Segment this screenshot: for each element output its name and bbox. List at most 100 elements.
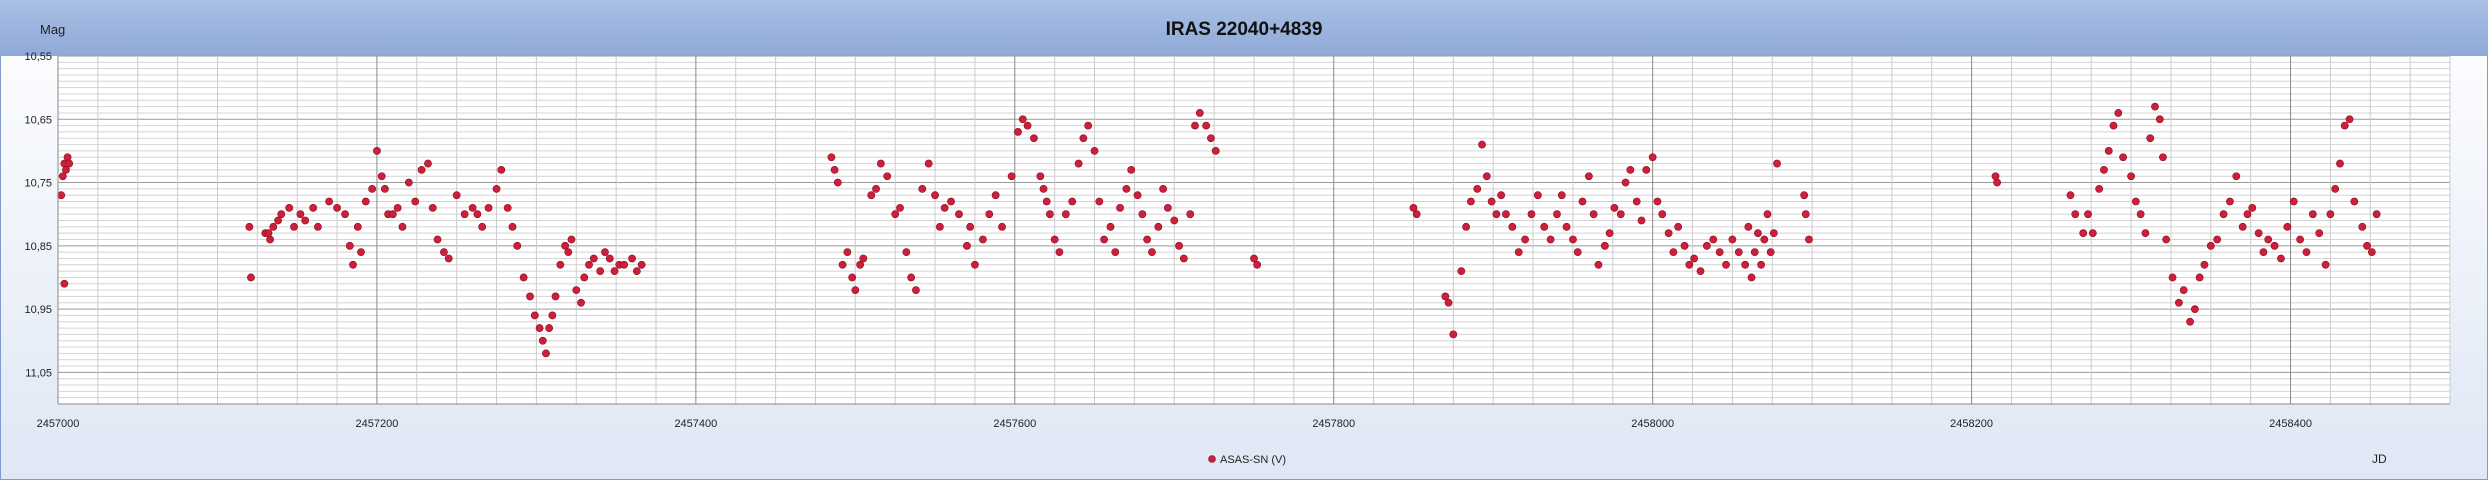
data-point: [245, 222, 254, 231]
y-axis-label: Mag: [40, 22, 65, 37]
data-point: [65, 159, 74, 168]
data-point: [1621, 178, 1630, 187]
data-point: [2264, 235, 2273, 244]
data-point: [2302, 248, 2311, 257]
data-point: [1805, 235, 1813, 244]
data-point: [2131, 197, 2140, 206]
data-point: [1487, 197, 1496, 206]
data-point: [1179, 254, 1188, 263]
data-point: [1557, 191, 1566, 200]
legend: ASAS-SN (V): [1208, 454, 1286, 466]
data-point: [1143, 235, 1152, 244]
data-point: [1553, 210, 1561, 219]
data-point: [269, 222, 278, 231]
data-point: [1750, 248, 1759, 257]
data-point: [1658, 210, 1667, 219]
data-point: [2358, 222, 2367, 231]
data-point: [530, 311, 539, 320]
data-point: [918, 184, 927, 193]
data-point: [1715, 248, 1724, 257]
data-point: [1023, 121, 1032, 130]
data-point: [567, 235, 576, 244]
data-point: [1690, 254, 1699, 263]
x-tick-label: 2458000: [1631, 418, 1674, 430]
data-point: [2232, 172, 2241, 181]
data-point: [452, 191, 461, 200]
data-point: [1138, 210, 1147, 219]
data-point: [290, 222, 298, 231]
data-point: [2226, 197, 2234, 206]
data-point: [1502, 210, 1510, 219]
data-point: [1653, 197, 1662, 206]
data-point: [876, 159, 885, 168]
data-point: [2238, 222, 2247, 231]
data-point: [353, 222, 362, 231]
data-point: [1111, 248, 1120, 257]
data-point: [1605, 229, 1614, 238]
data-point: [1074, 159, 1083, 168]
data-point: [519, 273, 528, 282]
data-point: [1202, 121, 1211, 130]
data-point: [1734, 248, 1743, 257]
data-point: [2109, 121, 2118, 130]
data-point: [955, 210, 963, 219]
data-point: [1610, 203, 1619, 212]
data-point: [417, 165, 426, 174]
data-point: [1584, 172, 1593, 181]
data-point: [605, 254, 614, 263]
data-point: [333, 203, 341, 212]
data-point: [1106, 222, 1115, 231]
data-point: [388, 210, 397, 219]
legend-marker-icon: [1208, 455, 1216, 463]
data-point: [1148, 248, 1156, 257]
data-point: [1253, 260, 1262, 269]
data-point: [1578, 197, 1587, 206]
data-point: [508, 222, 517, 231]
data-point: [1473, 184, 1482, 193]
data-point: [1036, 172, 1045, 181]
y-tick-label: 10,65: [24, 114, 52, 126]
data-point: [1757, 260, 1766, 269]
data-point: [2071, 210, 2080, 219]
y-tick-label: 10,75: [24, 178, 52, 190]
data-point: [2104, 147, 2113, 155]
data-point: [931, 191, 939, 200]
chart-title: IRAS 22040+4839: [1166, 19, 1323, 40]
data-point: [827, 153, 836, 162]
data-point: [373, 147, 381, 155]
data-point: [1159, 184, 1168, 193]
data-point: [2119, 153, 2127, 162]
data-point: [830, 165, 839, 174]
data-point: [1540, 222, 1549, 231]
data-point: [1007, 172, 1016, 181]
data-point: [345, 241, 354, 250]
data-point: [867, 191, 876, 200]
data-point: [1626, 165, 1635, 174]
data-point: [433, 235, 442, 244]
data-point: [632, 267, 641, 276]
data-point: [1669, 248, 1678, 257]
data-point: [940, 203, 949, 212]
data-point: [1773, 159, 1781, 168]
data-point: [1766, 248, 1775, 257]
data-point: [2254, 229, 2263, 238]
data-point: [1747, 273, 1756, 282]
data-point: [2136, 210, 2145, 219]
legend-label: ASAS-SN (V): [1220, 454, 1286, 466]
data-point: [2079, 229, 2088, 238]
data-point: [548, 311, 557, 320]
data-point: [2100, 165, 2108, 174]
x-tick-label: 2457200: [356, 418, 399, 430]
data-point: [2345, 115, 2354, 124]
data-point: [1154, 222, 1163, 231]
data-point: [1573, 248, 1582, 257]
data-point: [2243, 210, 2252, 219]
data-point: [57, 191, 66, 200]
data-point: [1050, 235, 1059, 244]
data-point: [1195, 109, 1204, 117]
data-point: [572, 286, 581, 295]
x-tick-label: 2457400: [674, 418, 717, 430]
data-point: [2084, 210, 2092, 219]
y-tick-label: 10,55: [24, 51, 52, 63]
data-point: [1100, 235, 1109, 244]
